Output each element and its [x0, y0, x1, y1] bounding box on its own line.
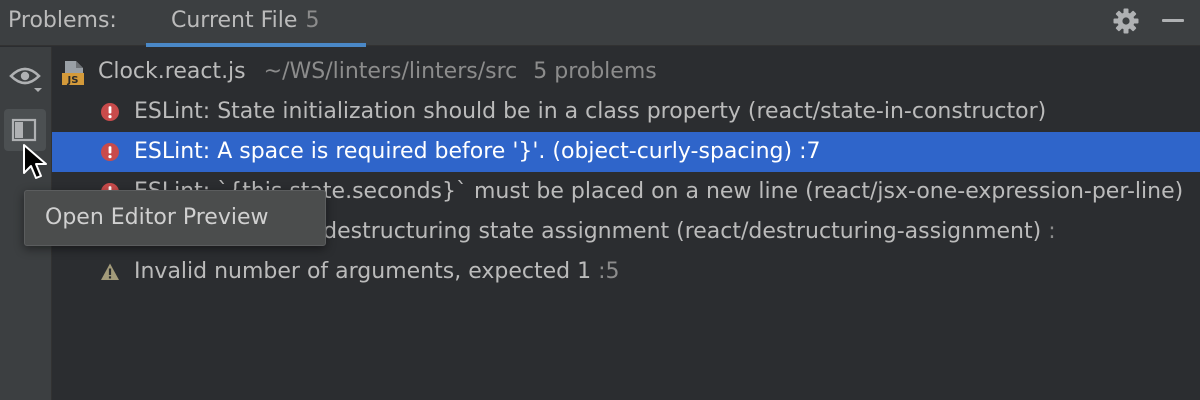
- tab-label: Current File 5: [171, 8, 320, 33]
- minimize-icon[interactable]: [1162, 19, 1184, 22]
- tab-count: 5: [305, 8, 320, 33]
- problems-label: Problems:: [8, 8, 117, 33]
- file-node[interactable]: JS Clock.react.js ~/WS/linters/linters/sr…: [52, 52, 1200, 92]
- problem-row-selected[interactable]: ESLint: A space is required before '}'. …: [52, 132, 1200, 172]
- tab-current-file[interactable]: Current File 5: [146, 0, 366, 47]
- problems-panel: Problems: Current File 5 JS Clock.react.…: [0, 0, 1200, 400]
- eye-icon[interactable]: [8, 63, 44, 93]
- mouse-cursor-icon: [23, 144, 47, 179]
- file-name: Clock.react.js: [98, 59, 246, 84]
- error-icon: [101, 103, 119, 121]
- file-problem-count: 5 problems: [533, 59, 657, 84]
- problem-text: ESLint: A space is required before '}'. …: [134, 139, 821, 164]
- js-file-icon: JS: [62, 61, 84, 86]
- file-path: ~/WS/linters/linters/src: [263, 59, 518, 84]
- svg-text:JS: JS: [67, 75, 79, 86]
- problem-text: Invalid number of arguments, expected 1 …: [134, 259, 620, 284]
- problem-text: ESLint: State initialization should be i…: [134, 99, 1047, 124]
- gear-icon[interactable]: [1112, 7, 1140, 35]
- panel-header: Problems: Current File 5: [0, 0, 1200, 47]
- error-icon: [101, 143, 119, 161]
- warning-icon: [101, 263, 119, 280]
- problem-row[interactable]: Invalid number of arguments, expected 1 …: [52, 252, 1200, 292]
- problem-row[interactable]: ESLint: State initialization should be i…: [52, 92, 1200, 132]
- tooltip: Open Editor Preview: [24, 190, 326, 246]
- file-label: Clock.react.js ~/WS/linters/linters/src 5 …: [98, 52, 657, 92]
